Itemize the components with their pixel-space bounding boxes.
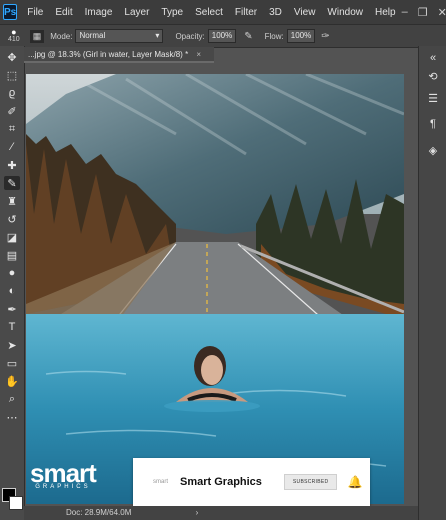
character-panel-icon[interactable]: ¶ bbox=[425, 116, 441, 132]
brush-tip-icon: ● bbox=[11, 27, 17, 37]
menu-edit[interactable]: Edit bbox=[49, 7, 78, 18]
channel-watermark-logo: smart GRAPHICS bbox=[30, 458, 97, 490]
document-title: ...jpg @ 18.3% (Girl in water, Layer Mas… bbox=[28, 50, 189, 59]
photoshop-logo: Ps bbox=[3, 4, 18, 20]
airbrush-icon[interactable]: ✑ bbox=[321, 31, 329, 42]
healing-brush-tool-icon[interactable]: ✚ bbox=[4, 158, 20, 172]
rectangle-tool-icon[interactable]: ▭ bbox=[4, 356, 20, 370]
logo-subtitle: GRAPHICS bbox=[35, 484, 91, 490]
quick-select-tool-icon[interactable]: ✐ bbox=[4, 104, 20, 118]
subscribe-banner: smart Smart Graphics SUBSCRIBED 🔔 bbox=[133, 458, 370, 506]
close-icon[interactable]: ✕ bbox=[438, 6, 446, 19]
window-controls: – ❐ ✕ bbox=[402, 6, 446, 19]
chevron-down-icon: ▾ bbox=[155, 31, 160, 40]
menu-window[interactable]: Window bbox=[321, 7, 369, 18]
menu-view[interactable]: View bbox=[288, 7, 322, 18]
menu-bar: Ps File Edit Image Layer Type Select Fil… bbox=[0, 0, 446, 24]
status-bar: Doc: 28.9M/64.0M › bbox=[24, 506, 418, 520]
opacity-label: Opacity: bbox=[175, 31, 205, 41]
crop-tool-icon[interactable]: ⌗ bbox=[4, 122, 20, 136]
pressure-opacity-icon[interactable]: ✎ bbox=[244, 31, 252, 42]
color-swatches[interactable] bbox=[2, 488, 23, 514]
menu-filter[interactable]: Filter bbox=[229, 7, 263, 18]
clone-stamp-tool-icon[interactable]: ♜ bbox=[4, 194, 20, 208]
menu-file[interactable]: File bbox=[21, 7, 49, 18]
dodge-tool-icon[interactable]: ◐ bbox=[4, 284, 20, 298]
menu-layer[interactable]: Layer bbox=[118, 7, 155, 18]
bell-icon[interactable]: 🔔 bbox=[347, 475, 362, 489]
document-tab[interactable]: ...jpg @ 18.3% (Girl in water, Layer Mas… bbox=[24, 47, 214, 63]
background-color-swatch[interactable] bbox=[9, 496, 23, 510]
hand-tool-icon[interactable]: ✋ bbox=[4, 374, 20, 388]
tools-panel: ✥ ⬚ ϱ ✐ ⌗ ⁄ ✚ ✎ ♜ ↺ ◪ ▤ ● ◐ ✒ T ➤ ▭ ✋ ⌕ … bbox=[0, 46, 25, 520]
properties-panel-icon[interactable]: ☰ bbox=[425, 90, 441, 106]
menu-type[interactable]: Type bbox=[155, 7, 189, 18]
pen-tool-icon[interactable]: ✒ bbox=[4, 302, 20, 316]
brush-panel-icon[interactable]: ▦ bbox=[29, 29, 45, 43]
mode-label: Mode: bbox=[50, 31, 73, 41]
zoom-tool-icon[interactable]: ⌕ bbox=[4, 392, 20, 406]
flow-label: Flow: bbox=[264, 31, 284, 41]
brush-preset-picker[interactable]: ● 410 bbox=[8, 28, 20, 44]
blur-tool-icon[interactable]: ● bbox=[4, 266, 20, 280]
doc-size-info: Doc: 28.9M/64.0M bbox=[66, 508, 132, 517]
lasso-tool-icon[interactable]: ϱ bbox=[4, 86, 20, 100]
mode-value: Normal bbox=[79, 31, 106, 40]
eraser-tool-icon[interactable]: ◪ bbox=[4, 230, 20, 244]
channel-name: Smart Graphics bbox=[180, 476, 262, 488]
history-brush-tool-icon[interactable]: ↺ bbox=[4, 212, 20, 226]
path-selection-tool-icon[interactable]: ➤ bbox=[4, 338, 20, 352]
restore-icon[interactable]: ❐ bbox=[418, 6, 428, 19]
mode-select[interactable]: Normal ▾ bbox=[75, 29, 164, 43]
eyedropper-tool-icon[interactable]: ⁄ bbox=[4, 140, 20, 154]
banner-small-logo: smart bbox=[153, 479, 168, 485]
minimize-icon[interactable]: – bbox=[402, 6, 408, 19]
subscribe-button[interactable]: SUBSCRIBED bbox=[283, 474, 338, 490]
brush-tool-icon[interactable]: ✎ bbox=[4, 176, 20, 190]
document-canvas[interactable] bbox=[26, 74, 404, 504]
composite-artwork bbox=[26, 74, 404, 504]
menu-help[interactable]: Help bbox=[369, 7, 402, 18]
type-tool-icon[interactable]: T bbox=[4, 320, 20, 334]
flow-field[interactable]: 100% bbox=[286, 29, 316, 43]
brush-size-value: 410 bbox=[8, 36, 20, 43]
close-tab-icon[interactable]: × bbox=[196, 50, 201, 59]
logo-word: smart bbox=[30, 458, 97, 488]
menu-select[interactable]: Select bbox=[189, 7, 229, 18]
marquee-tool-icon[interactable]: ⬚ bbox=[4, 68, 20, 82]
menu-3d[interactable]: 3D bbox=[263, 7, 288, 18]
move-tool-icon[interactable]: ✥ bbox=[4, 50, 20, 64]
right-panel-dock: « ⟲ ☰ ¶ ◈ bbox=[418, 46, 446, 520]
menu-image[interactable]: Image bbox=[79, 7, 119, 18]
gradient-tool-icon[interactable]: ▤ bbox=[4, 248, 20, 262]
options-bar: ● 410 ▦ Mode: Normal ▾ Opacity: 100% ✎ F… bbox=[0, 24, 446, 48]
status-menu-arrow-icon[interactable]: › bbox=[196, 508, 199, 517]
collapse-panels-icon[interactable]: « bbox=[425, 50, 441, 66]
opacity-field[interactable]: 100% bbox=[207, 29, 237, 43]
layers-panel-icon[interactable]: ◈ bbox=[425, 142, 441, 158]
history-panel-icon[interactable]: ⟲ bbox=[425, 68, 441, 84]
more-tools-icon[interactable]: ⋯ bbox=[4, 410, 20, 424]
